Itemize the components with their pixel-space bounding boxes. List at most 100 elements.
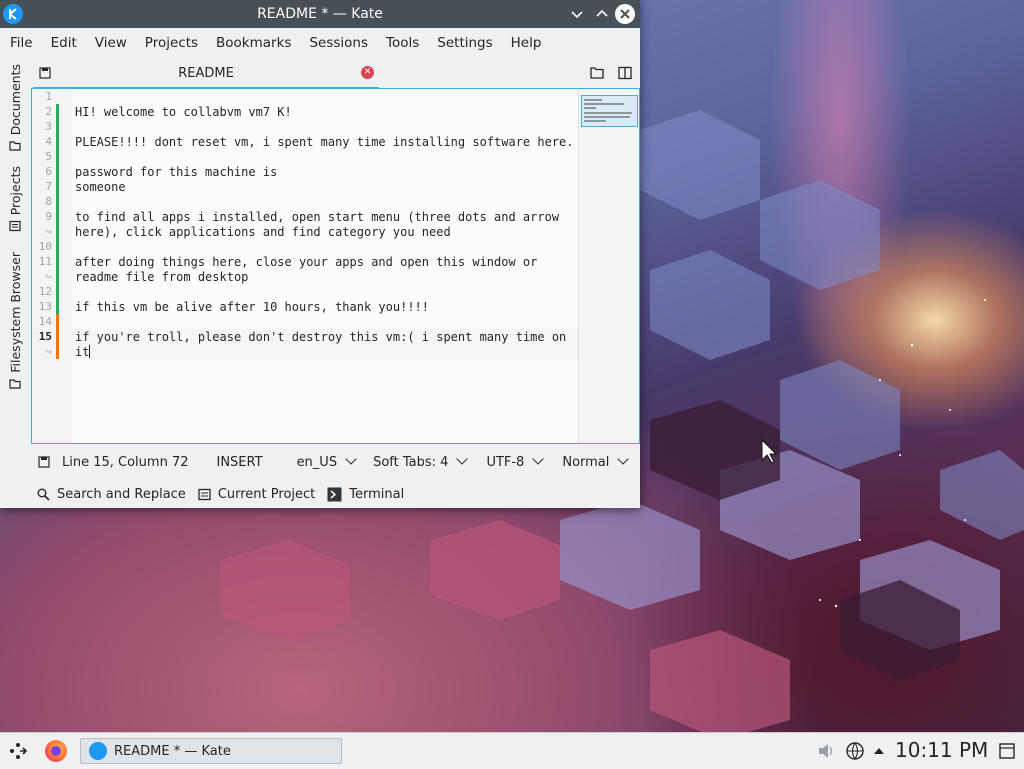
text-line: here), click applications and find categ… bbox=[75, 225, 451, 239]
menu-projects[interactable]: Projects bbox=[136, 35, 207, 51]
menu-bookmarks[interactable]: Bookmarks bbox=[207, 35, 300, 51]
tab-readme[interactable]: README ✕ bbox=[33, 60, 379, 89]
side-panel-tabs: Documents Projects Filesystem Browser bbox=[0, 58, 30, 398]
open-document-icon[interactable] bbox=[590, 66, 604, 80]
line-number: 8 bbox=[45, 195, 52, 208]
folder-icon bbox=[9, 141, 21, 151]
line-number: 1 bbox=[45, 90, 52, 103]
indentation-selector[interactable]: Soft Tabs: 4 bbox=[373, 452, 469, 470]
line-number-gutter: 1 2 3 4 5 6 7 8 9 ↪ 10 11 ↪ 12 13 14 15 … bbox=[32, 89, 72, 443]
network-icon[interactable] bbox=[844, 733, 866, 769]
folder-icon bbox=[9, 379, 21, 389]
indentation-label: Soft Tabs: 4 bbox=[373, 454, 449, 470]
terminal-label: Terminal bbox=[349, 486, 405, 502]
side-tab-projects-label: Projects bbox=[7, 166, 23, 216]
menu-settings[interactable]: Settings bbox=[428, 35, 501, 51]
maximize-button[interactable] bbox=[592, 4, 612, 24]
save-icon[interactable] bbox=[38, 456, 50, 468]
minimize-button[interactable] bbox=[567, 4, 587, 24]
tool-view-bar: Search and Replace Current Project Termi… bbox=[30, 482, 640, 506]
document-tab-bar: README ✕ bbox=[30, 58, 640, 89]
show-desktop-icon[interactable] bbox=[998, 733, 1016, 769]
line-number: 12 bbox=[38, 285, 52, 298]
cursor-position[interactable]: Line 15, Column 72 bbox=[62, 455, 189, 470]
code-area[interactable]: HI! welcome to collabvm vm7 K! PLEASE!!!… bbox=[75, 89, 577, 443]
current-project-button[interactable]: Current Project bbox=[198, 487, 315, 502]
line-number: 14 bbox=[38, 315, 52, 328]
tab-close-icon[interactable]: ✕ bbox=[361, 66, 374, 79]
current-project-label: Current Project bbox=[217, 486, 316, 502]
line-number: 5 bbox=[45, 150, 52, 163]
wrap-indicator: ↪ bbox=[45, 225, 52, 238]
side-tab-documents[interactable]: Documents bbox=[3, 64, 27, 152]
window-title: README * — Kate bbox=[257, 6, 383, 22]
task-entry-label: README * — Kate bbox=[114, 743, 231, 759]
terminal-icon bbox=[327, 487, 342, 501]
text-line: if you're troll, please don't destroy th… bbox=[75, 330, 567, 344]
line-number: 6 bbox=[45, 165, 52, 178]
encoding-label: UTF-8 bbox=[486, 454, 525, 470]
wrap-indicator: ↪ bbox=[45, 270, 52, 283]
line-number: 4 bbox=[45, 135, 52, 148]
line-number-current: 15 bbox=[38, 330, 52, 343]
firefox-icon[interactable] bbox=[45, 740, 67, 762]
line-number: 10 bbox=[38, 240, 52, 253]
search-icon bbox=[37, 488, 50, 501]
side-tab-documents-label: Documents bbox=[7, 64, 23, 136]
wrap-indicator: ↪ bbox=[45, 345, 52, 358]
text-line: to find all apps i installed, open start… bbox=[75, 210, 560, 224]
volume-icon[interactable] bbox=[816, 733, 836, 769]
search-and-replace-label: Search and Replace bbox=[57, 486, 186, 502]
window-titlebar[interactable]: README * — Kate bbox=[0, 0, 640, 28]
text-line: readme file from desktop bbox=[75, 270, 249, 284]
highlighting-selector[interactable]: Normal bbox=[562, 452, 630, 470]
split-view-icon[interactable] bbox=[618, 66, 632, 80]
line-number: 11 bbox=[38, 255, 52, 268]
menu-tools[interactable]: Tools bbox=[377, 35, 428, 51]
side-tab-filesystem-label: Filesystem Browser bbox=[7, 252, 23, 373]
close-icon bbox=[620, 9, 630, 19]
terminal-button[interactable]: Terminal bbox=[327, 487, 404, 502]
chevron-down-icon bbox=[532, 452, 545, 465]
line-number: 7 bbox=[45, 180, 52, 193]
task-entry-kate[interactable]: README * — Kate bbox=[80, 738, 342, 764]
close-button[interactable] bbox=[615, 4, 635, 24]
text-line: password for this machine is bbox=[75, 165, 278, 179]
side-tab-filesystem-browser[interactable]: Filesystem Browser bbox=[3, 252, 27, 390]
dictionary-selector[interactable]: en_US bbox=[297, 452, 357, 470]
application-launcher-icon[interactable] bbox=[8, 741, 28, 761]
clock[interactable]: 10:11 PM bbox=[895, 738, 988, 762]
side-tab-projects[interactable]: Projects bbox=[3, 166, 27, 232]
menu-bar: File Edit View Projects Bookmarks Sessio… bbox=[0, 28, 640, 58]
saved-changes-marker bbox=[56, 104, 59, 314]
text-line: HI! welcome to collabvm vm7 K! bbox=[75, 105, 292, 119]
text-editor[interactable]: 1 2 3 4 5 6 7 8 9 ↪ 10 11 ↪ 12 13 14 15 … bbox=[31, 88, 640, 444]
line-number: 2 bbox=[45, 105, 52, 118]
project-list-icon bbox=[198, 488, 211, 500]
line-number: 9 bbox=[45, 210, 52, 223]
line-number: 3 bbox=[45, 120, 52, 133]
line-number: 13 bbox=[38, 300, 52, 313]
text-line: after doing things here, close your apps… bbox=[75, 255, 538, 269]
kate-window: README * — Kate File Edit View Projects … bbox=[0, 0, 640, 508]
chevron-down-icon bbox=[617, 452, 630, 465]
text-line: someone bbox=[75, 180, 126, 194]
minimap-scrollbar[interactable] bbox=[578, 89, 639, 443]
menu-help[interactable]: Help bbox=[502, 35, 551, 51]
chevron-down-icon bbox=[456, 452, 469, 465]
chevron-up-icon bbox=[596, 9, 608, 17]
chevron-down-icon bbox=[345, 452, 357, 465]
menu-edit[interactable]: Edit bbox=[42, 35, 86, 51]
menu-file[interactable]: File bbox=[1, 35, 42, 51]
text-line: if this vm be alive after 10 hours, than… bbox=[75, 300, 430, 314]
menu-sessions[interactable]: Sessions bbox=[300, 35, 377, 51]
input-mode[interactable]: INSERT bbox=[217, 455, 263, 470]
menu-view[interactable]: View bbox=[86, 35, 136, 51]
encoding-selector[interactable]: UTF-8 bbox=[486, 452, 545, 470]
kate-app-icon bbox=[89, 742, 107, 760]
taskbar: README * — Kate 10:11 PM bbox=[0, 732, 1024, 769]
text-line-current: it bbox=[75, 345, 91, 359]
highlighting-label: Normal bbox=[562, 454, 610, 470]
search-and-replace-button[interactable]: Search and Replace bbox=[37, 487, 186, 502]
chevron-up-icon[interactable] bbox=[872, 733, 886, 769]
